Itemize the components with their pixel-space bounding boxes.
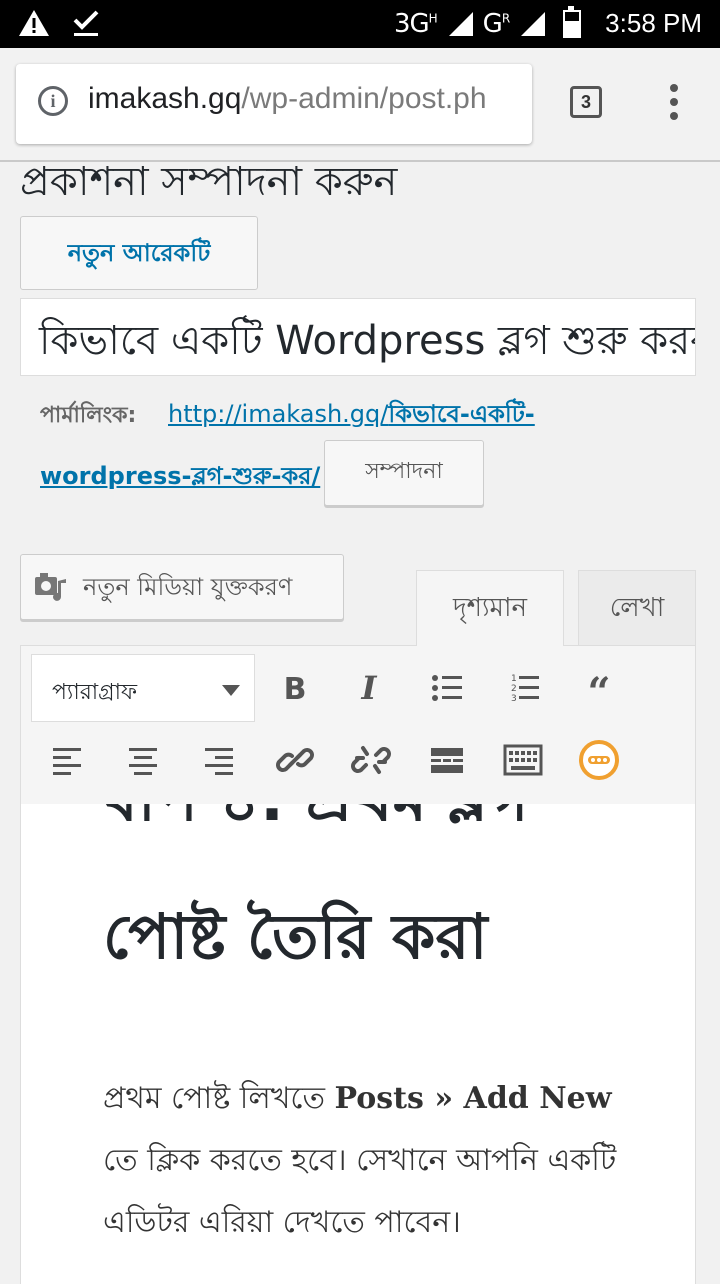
browser-toolbar: i imakash.gq/wp-admin/post.ph 3 [0, 48, 720, 162]
align-right-icon[interactable] [197, 738, 241, 782]
add-new-button[interactable]: নতুন আরেকটি [20, 216, 258, 290]
align-left-icon[interactable] [45, 738, 89, 782]
overflow-menu-icon[interactable] [662, 84, 686, 124]
align-center-icon[interactable] [121, 738, 165, 782]
bulleted-list-icon[interactable] [425, 666, 469, 710]
signal-icon [448, 11, 473, 36]
italic-icon[interactable]: I [347, 666, 391, 710]
svg-text:2: 2 [511, 684, 517, 694]
tab-visual[interactable]: দৃশ্যমান [416, 570, 564, 646]
svg-text:“: “ [587, 669, 610, 710]
download-done-icon [73, 10, 99, 36]
bold-icon[interactable]: B [273, 666, 317, 710]
tab-text[interactable]: লেখা [578, 570, 696, 646]
svg-text:I: I [361, 669, 378, 707]
status-bar: 3GH GR 3:58 PM [0, 0, 720, 48]
content-heading: পোষ্ট তৈরি করা [103, 900, 488, 973]
media-icon [35, 573, 66, 601]
svg-text:B: B [284, 672, 307, 707]
numbered-list-icon[interactable]: 123 [501, 666, 545, 710]
link-icon[interactable] [273, 738, 317, 782]
network-3g-label: 3GH [393, 8, 438, 39]
content-heading-partial: ধাপ ৪: প্রথম ব্লগ [103, 804, 529, 855]
read-more-icon[interactable] [425, 738, 469, 782]
clock: 3:58 PM [605, 8, 702, 38]
content-paragraph: প্রথম পোষ্ট লিখতে Posts » Add New তে ক্ল… [103, 1081, 617, 1240]
blockquote-icon[interactable]: “ [577, 666, 621, 710]
permalink-link-continued[interactable]: wordpress-ব্লগ-শুরু-কর/ [40, 458, 320, 498]
signal-icon [521, 11, 546, 36]
toolbar-toggle-icon[interactable] [501, 738, 545, 782]
permalink-label: পার্মালিংক: [40, 403, 137, 428]
editor-content-area[interactable]: ধাপ ৪: প্রথম ব্লগ পোষ্ট তৈরি করা প্রথম প… [20, 804, 696, 1284]
warning-icon [19, 10, 49, 36]
info-icon[interactable]: i [38, 86, 68, 116]
add-media-button[interactable]: নতুন মিডিয়া যুক্তকরণ [20, 554, 344, 620]
url-text[interactable]: imakash.gq/wp-admin/post.ph [88, 82, 487, 116]
plugin-icon[interactable] [577, 738, 621, 782]
post-title-input[interactable]: কিভাবে একটি Wordpress ব্লগ শুরু করব [20, 298, 696, 376]
permalink-link[interactable]: http://imakash.gq/কিভাবে-একটি- [168, 396, 535, 436]
page-title: প্রকাশনা সম্পাদনা করুন [20, 159, 398, 205]
tab-switcher-button[interactable]: 3 [570, 86, 602, 118]
svg-text:1: 1 [511, 674, 517, 684]
battery-icon [563, 5, 582, 38]
address-bar[interactable]: i imakash.gq/wp-admin/post.ph [16, 64, 532, 144]
editor-toolbar: প্যারাগ্রাফ B I 123 “ [20, 645, 696, 805]
format-select[interactable]: প্যারাগ্রাফ [31, 654, 255, 722]
network-g-label: GR [482, 8, 511, 39]
svg-text:3: 3 [511, 694, 517, 704]
edit-permalink-button[interactable]: সম্পাদনা [324, 440, 484, 506]
chevron-down-icon [222, 685, 240, 696]
unlink-icon[interactable] [349, 738, 393, 782]
